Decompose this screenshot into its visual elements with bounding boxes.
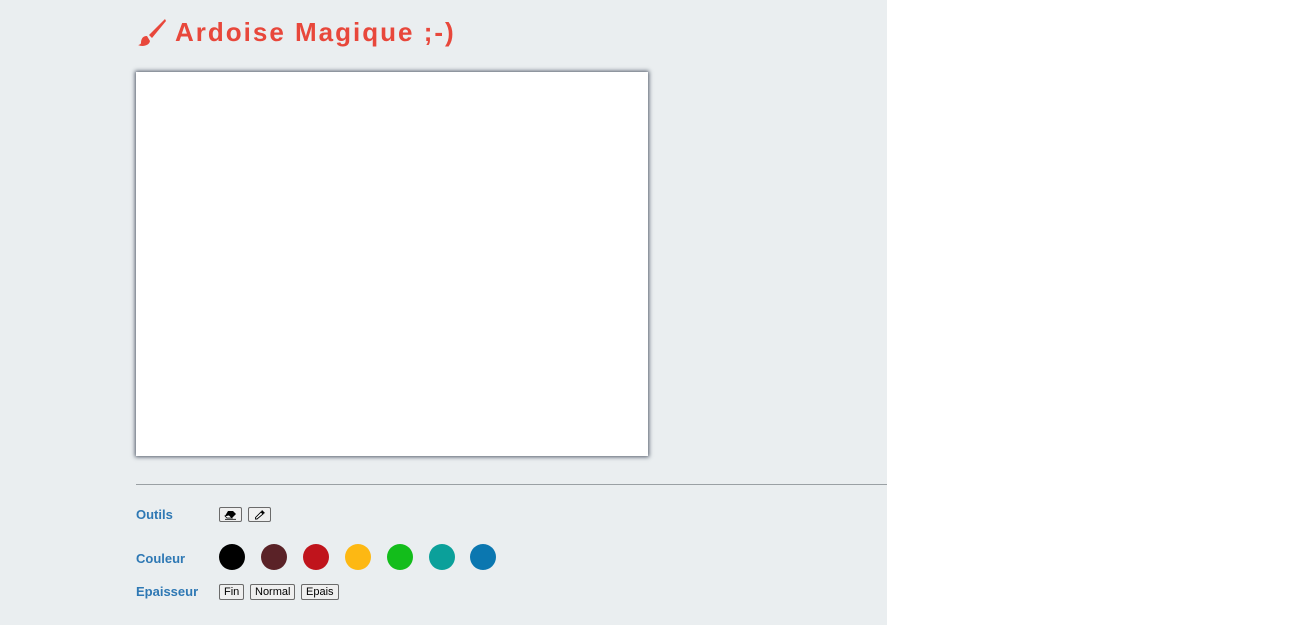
thickness-fin-button[interactable]: Fin [219,584,245,600]
thickness-label: Epaisseur [136,584,199,599]
tools-label: Outils [136,507,173,522]
color-swatch-teal[interactable] [429,544,455,570]
color-swatch-green[interactable] [387,544,413,570]
app-area: Ardoise Magique ;-) Outils Couleur Epais… [0,0,887,625]
color-label: Couleur [136,551,186,566]
page-title-text: Ardoise Magique ;-) [175,16,456,47]
eraser-icon [224,511,236,520]
divider [136,484,887,485]
page-title: Ardoise Magique ;-) [137,14,456,50]
color-swatch-brown[interactable] [261,544,287,570]
color-swatch-yellow[interactable] [345,544,371,570]
paintbrush-icon [138,19,166,46]
color-swatch-red[interactable] [303,544,329,570]
drawing-canvas[interactable] [136,72,648,456]
color-swatch-black[interactable] [219,544,245,570]
eyedropper-button[interactable] [248,507,271,522]
eyedropper-icon [255,510,265,520]
thickness-epais-button[interactable]: Epais [301,584,339,600]
thickness-normal-button[interactable]: Normal [250,584,296,600]
eraser-button[interactable] [219,507,242,522]
color-swatch-blue[interactable] [470,544,496,570]
